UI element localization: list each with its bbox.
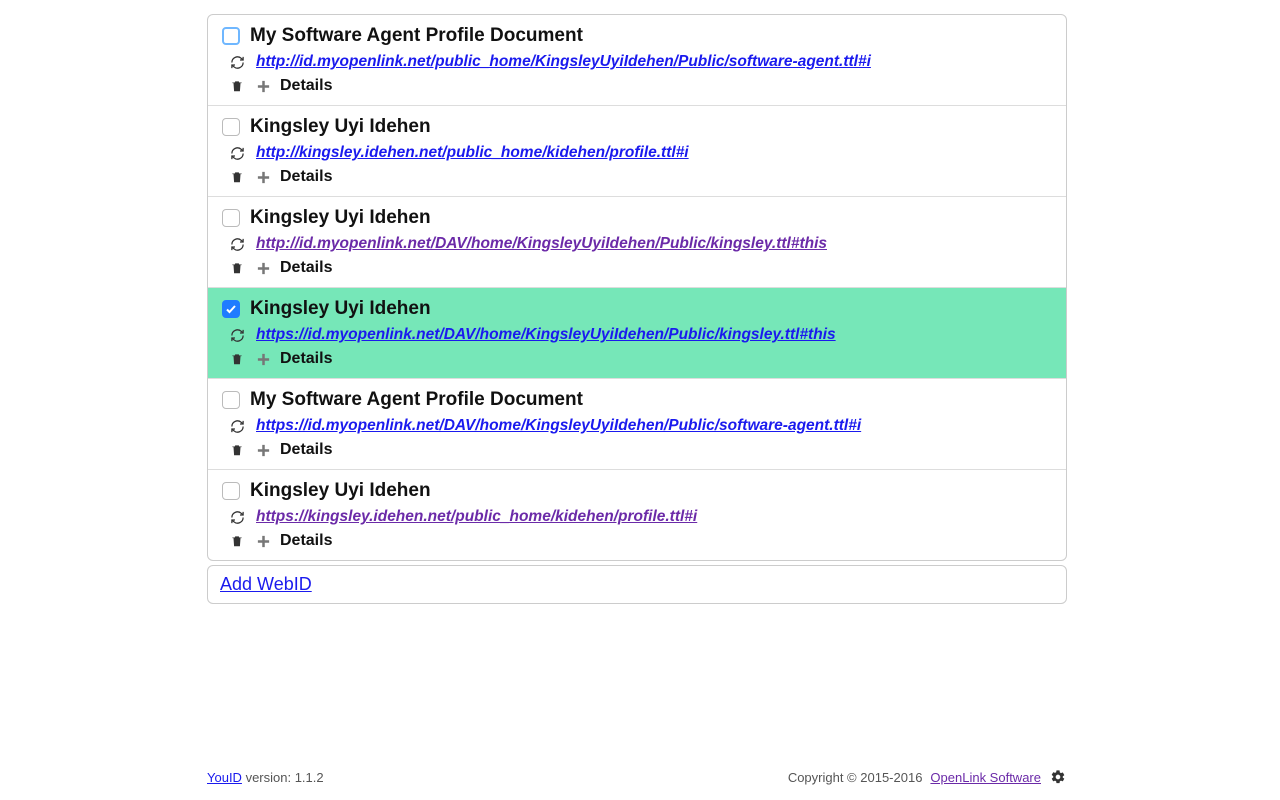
gear-icon[interactable] [1049, 768, 1067, 786]
refresh-icon[interactable] [228, 508, 246, 526]
trash-icon[interactable] [228, 441, 246, 459]
details-toggle[interactable]: Details [280, 350, 332, 368]
item-title: Kingsley Uyi Idehen [250, 207, 431, 229]
item-title: My Software Agent Profile Document [250, 25, 583, 47]
trash-icon[interactable] [228, 259, 246, 277]
webid-url-link[interactable]: https://id.myopenlink.net/DAV/home/Kings… [256, 326, 836, 344]
webid-item: My Software Agent Profile Document http:/… [208, 15, 1066, 106]
footer-left: YouID version: 1.1.2 [207, 770, 324, 785]
add-webid-box: Add WebID [207, 565, 1067, 604]
item-title: Kingsley Uyi Idehen [250, 298, 431, 320]
expand-icon[interactable] [254, 532, 272, 550]
version-text: version: 1.1.2 [246, 770, 324, 785]
details-toggle[interactable]: Details [280, 441, 332, 459]
trash-icon[interactable] [228, 350, 246, 368]
select-checkbox[interactable] [222, 482, 240, 500]
details-toggle[interactable]: Details [280, 259, 332, 277]
add-webid-link[interactable]: Add WebID [220, 574, 312, 594]
copyright-text: Copyright © 2015-2016 [788, 770, 923, 785]
expand-icon[interactable] [254, 77, 272, 95]
webid-item: Kingsley Uyi Idehen http://id.myopenlink.… [208, 197, 1066, 288]
main-container: My Software Agent Profile Document http:/… [207, 14, 1067, 604]
expand-icon[interactable] [254, 168, 272, 186]
webid-item: My Software Agent Profile Document https:… [208, 379, 1066, 470]
company-link[interactable]: OpenLink Software [930, 770, 1041, 785]
item-title: My Software Agent Profile Document [250, 389, 583, 411]
select-checkbox[interactable] [222, 27, 240, 45]
trash-icon[interactable] [228, 532, 246, 550]
expand-icon[interactable] [254, 259, 272, 277]
trash-icon[interactable] [228, 168, 246, 186]
webid-url-link[interactable]: https://kingsley.idehen.net/public_home/… [256, 508, 697, 526]
refresh-icon[interactable] [228, 326, 246, 344]
refresh-icon[interactable] [228, 235, 246, 253]
refresh-icon[interactable] [228, 417, 246, 435]
refresh-icon[interactable] [228, 53, 246, 71]
expand-icon[interactable] [254, 441, 272, 459]
select-checkbox[interactable] [222, 209, 240, 227]
refresh-icon[interactable] [228, 144, 246, 162]
select-checkbox[interactable] [222, 391, 240, 409]
trash-icon[interactable] [228, 77, 246, 95]
webid-item: Kingsley Uyi Idehen https://id.myopenlink… [208, 288, 1066, 379]
footer: YouID version: 1.1.2 Copyright © 2015-20… [207, 768, 1067, 786]
webid-url-link[interactable]: https://id.myopenlink.net/DAV/home/Kings… [256, 417, 861, 435]
details-toggle[interactable]: Details [280, 168, 332, 186]
expand-icon[interactable] [254, 350, 272, 368]
webid-url-link[interactable]: http://id.myopenlink.net/public_home/Kin… [256, 53, 871, 71]
details-toggle[interactable]: Details [280, 77, 332, 95]
app-name-link[interactable]: YouID [207, 770, 242, 785]
webid-item: Kingsley Uyi Idehen https://kingsley.ideh… [208, 470, 1066, 560]
select-checkbox[interactable] [222, 300, 240, 318]
item-title: Kingsley Uyi Idehen [250, 480, 431, 502]
details-toggle[interactable]: Details [280, 532, 332, 550]
item-title: Kingsley Uyi Idehen [250, 116, 431, 138]
webid-url-link[interactable]: http://kingsley.idehen.net/public_home/k… [256, 144, 689, 162]
webid-url-link[interactable]: http://id.myopenlink.net/DAV/home/Kingsl… [256, 235, 827, 253]
select-checkbox[interactable] [222, 118, 240, 136]
footer-right: Copyright © 2015-2016 OpenLink Software [788, 768, 1067, 786]
webid-item: Kingsley Uyi Idehen http://kingsley.idehe… [208, 106, 1066, 197]
webid-list: My Software Agent Profile Document http:/… [207, 14, 1067, 561]
